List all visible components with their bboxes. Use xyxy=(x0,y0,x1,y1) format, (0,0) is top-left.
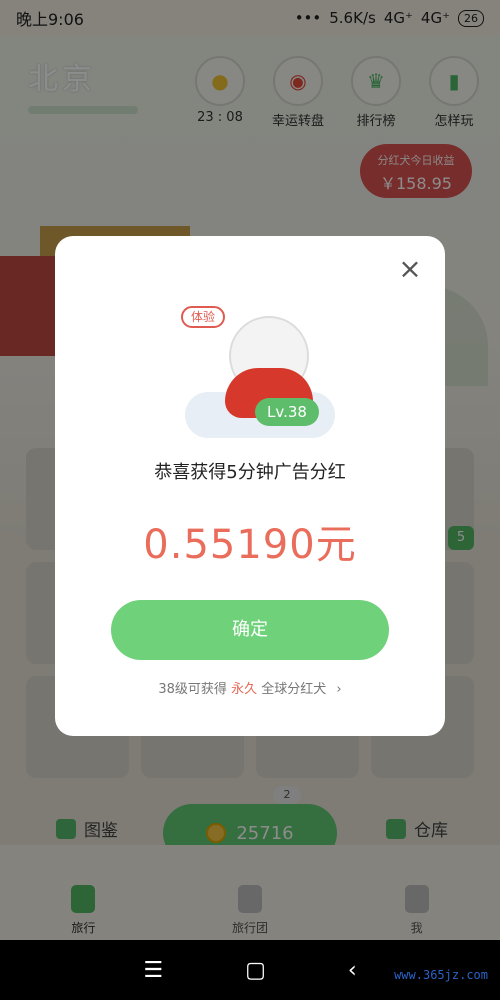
level-badge: Lv.38 xyxy=(255,398,319,426)
upgrade-hint[interactable]: 38级可获得 永久 全球分红犬 › xyxy=(55,678,445,697)
hint-prefix: 38级可获得 xyxy=(158,682,227,697)
reward-title: 恭喜获得5分钟广告分红 xyxy=(154,462,346,483)
dog-illustration: 体验 Lv.38 xyxy=(181,298,345,438)
menu-icon[interactable]: ☰ xyxy=(143,958,163,983)
trial-badge: 体验 xyxy=(181,306,225,328)
hint-emphasis: 永久 xyxy=(231,682,258,697)
reward-modal: × 体验 Lv.38 恭喜获得5分钟广告分红 0.55190元 确定 38级可获… xyxy=(55,236,445,736)
watermark: www.365jz.com xyxy=(394,968,488,982)
home-icon[interactable]: ▢ xyxy=(245,958,266,983)
chevron-right-icon: › xyxy=(336,682,342,697)
reward-amount: 0.55190元 xyxy=(143,522,357,568)
confirm-button[interactable]: 确定 xyxy=(111,600,389,660)
close-icon[interactable]: × xyxy=(397,255,423,283)
hint-suffix: 全球分红犬 xyxy=(261,682,327,697)
back-icon[interactable]: ‹ xyxy=(348,958,357,983)
